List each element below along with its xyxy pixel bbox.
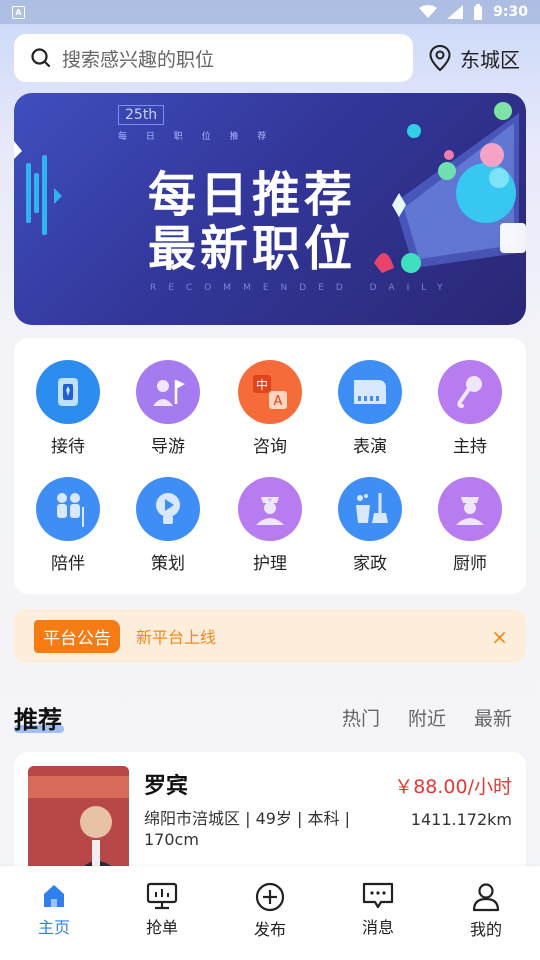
- announcement-message: 新平台上线: [136, 628, 217, 647]
- location-selector[interactable]: 东城区: [428, 40, 520, 76]
- translate-icon: 中A: [238, 360, 302, 424]
- companion-icon: [36, 477, 100, 541]
- banner-english: RECOMMENDED DAILY: [150, 283, 455, 293]
- category-grid: 接待 导游 中A 咨询 表演 主持 陪伴 策划 + 护理 家政 厨师: [14, 338, 526, 594]
- svg-text:A: A: [274, 394, 283, 409]
- banner-badge: 25th: [118, 105, 165, 125]
- nav-item-home[interactable]: 主页: [0, 866, 108, 960]
- category-item-reception[interactable]: 接待: [18, 360, 118, 470]
- chef-icon: [438, 477, 502, 541]
- search-input[interactable]: 搜索感兴趣的职位: [14, 34, 413, 82]
- user-icon: [472, 883, 500, 912]
- category-label: 表演: [353, 437, 387, 457]
- signal-icon: [447, 5, 464, 19]
- nurse-icon: +: [238, 477, 302, 541]
- announcement-tag: 平台公告: [34, 619, 120, 653]
- lightbulb-play-icon: [136, 477, 200, 541]
- tab-nearby[interactable]: 附近: [408, 704, 446, 731]
- nav-item-grab-order[interactable]: 抢单: [108, 866, 216, 960]
- category-label: 家政: [353, 554, 387, 574]
- nav-label: 消息: [361, 918, 394, 937]
- category-item-tour-guide[interactable]: 导游: [118, 360, 218, 470]
- cleaning-icon: [338, 477, 402, 541]
- nav-item-publish[interactable]: 发布: [216, 866, 324, 960]
- category-label: 陪伴: [51, 554, 85, 574]
- search-icon: [31, 48, 51, 68]
- recommend-title-text: 推荐: [14, 706, 62, 734]
- nav-item-mine[interactable]: 我的: [432, 866, 540, 960]
- bottom-nav: 主页 抢单 发布 消息 我的: [0, 866, 540, 960]
- banner-title-line2: 最新职位: [148, 221, 357, 277]
- category-item-consult[interactable]: 中A 咨询: [220, 360, 320, 470]
- monitor-icon: [146, 882, 178, 910]
- announcement-bar[interactable]: 平台公告 新平台上线 ×: [14, 609, 526, 663]
- person-info: 绵阳市涪城区 | 49岁 | 本科 | 170cm: [144, 809, 350, 849]
- search-placeholder: 搜索感兴趣的职位: [62, 48, 215, 71]
- promo-banner[interactable]: 25th 每 日 职 位 推 荐 每日推荐 最新职位 RECOMMENDED D…: [14, 93, 526, 325]
- nav-label: 抢单: [145, 918, 178, 937]
- piano-icon: [338, 360, 402, 424]
- nav-label: 我的: [469, 920, 502, 939]
- category-label: 主持: [453, 437, 487, 457]
- nav-item-messages[interactable]: 消息: [324, 866, 432, 960]
- category-item-performance[interactable]: 表演: [320, 360, 420, 470]
- location-label: 东城区: [460, 47, 520, 72]
- category-item-companion[interactable]: 陪伴: [18, 477, 118, 587]
- category-item-nursing[interactable]: + 护理: [220, 477, 320, 587]
- app-badge-icon: A: [12, 5, 25, 19]
- banner-subtitle: 每 日 职 位 推 荐: [118, 132, 275, 142]
- person-name: 罗宾: [144, 774, 189, 799]
- tab-hot[interactable]: 热门: [342, 704, 380, 731]
- message-icon: [362, 882, 394, 909]
- category-label: 护理: [253, 554, 287, 574]
- category-item-planning[interactable]: 策划: [118, 477, 218, 587]
- category-label: 接待: [51, 437, 85, 457]
- home-icon: [44, 885, 64, 907]
- status-time: 9:30: [493, 4, 528, 20]
- category-item-housekeeping[interactable]: 家政: [320, 477, 420, 587]
- close-icon[interactable]: ×: [491, 625, 508, 649]
- nav-label: 发布: [253, 920, 286, 939]
- tab-latest[interactable]: 最新: [474, 704, 512, 731]
- category-label: 导游: [151, 437, 185, 457]
- person-price: ￥88.00/小时: [394, 776, 512, 798]
- plus-circle-icon: [255, 882, 285, 912]
- status-bar: A 9:30: [0, 0, 540, 24]
- location-pin-icon: [429, 44, 451, 72]
- category-label: 咨询: [253, 437, 287, 457]
- microphone-icon: [438, 360, 502, 424]
- category-label: 策划: [151, 554, 185, 574]
- recommend-title: 推荐: [14, 700, 64, 735]
- category-item-chef[interactable]: 厨师: [420, 477, 520, 587]
- svg-text:中: 中: [256, 377, 268, 392]
- recommend-tabs: 热门 附近 最新: [342, 704, 512, 731]
- category-label: 厨师: [453, 554, 487, 574]
- reception-icon: [36, 360, 100, 424]
- wifi-icon: [419, 5, 438, 18]
- person-distance: 1411.172km: [410, 810, 512, 829]
- category-item-host[interactable]: 主持: [420, 360, 520, 470]
- nav-label: 主页: [37, 918, 70, 937]
- battery-icon: [474, 4, 483, 20]
- tour-guide-flag-icon: [136, 360, 200, 424]
